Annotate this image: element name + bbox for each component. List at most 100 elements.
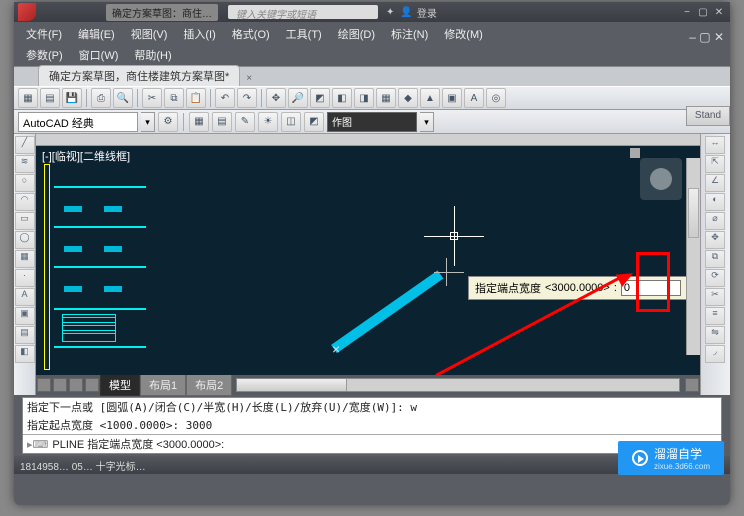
modify-move-icon[interactable]: ✥ bbox=[705, 231, 725, 249]
search-input[interactable]: 键入关键字或短语 bbox=[228, 5, 378, 19]
canvas[interactable]: [-][临视][二维线框] bbox=[36, 146, 700, 375]
sun-icon[interactable]: ☀ bbox=[258, 112, 278, 132]
scroll-right-icon[interactable] bbox=[685, 378, 699, 392]
maximize-icon[interactable]: ▢ bbox=[696, 7, 710, 18]
dim-linear-icon[interactable]: ↔ bbox=[705, 136, 725, 154]
menu-tool[interactable]: 工具(T) bbox=[280, 24, 328, 44]
tab-close-icon[interactable]: × bbox=[244, 71, 254, 86]
tool-icon[interactable]: ◆ bbox=[398, 88, 418, 108]
layer-icon[interactable]: ◫ bbox=[281, 112, 301, 132]
minimize-icon[interactable]: − bbox=[680, 7, 694, 18]
menu-dim[interactable]: 标注(N) bbox=[385, 24, 434, 44]
copy-icon[interactable]: ⧉ bbox=[164, 88, 184, 108]
print-icon[interactable]: ⎙ bbox=[91, 88, 111, 108]
menu-modify[interactable]: 修改(M) bbox=[438, 24, 489, 44]
tab-last-icon[interactable] bbox=[85, 378, 99, 392]
user-icon[interactable]: 👤 bbox=[400, 7, 412, 18]
layer-icon[interactable]: ◩ bbox=[304, 112, 324, 132]
annotation-box bbox=[636, 252, 670, 312]
modify-fillet-icon[interactable]: ◞ bbox=[705, 345, 725, 363]
pan-icon[interactable]: ✥ bbox=[266, 88, 286, 108]
watermark-text: 溜溜自学 bbox=[654, 447, 702, 461]
circle-icon[interactable]: ○ bbox=[15, 174, 35, 192]
line-icon[interactable]: ╱ bbox=[15, 136, 35, 154]
modify-copy-icon[interactable]: ⧉ bbox=[705, 250, 725, 268]
redo-icon[interactable]: ↷ bbox=[237, 88, 257, 108]
preview-icon[interactable]: 🔍 bbox=[113, 88, 133, 108]
main-toolbar: ▦ ▤ 💾 ⎙ 🔍 ✂ ⧉ 📋 ↶ ↷ ✥ 🔎 ◩ ◧ ◨ ▦ ◆ ▲ ▣ A … bbox=[14, 86, 730, 110]
layer-dropdown-icon[interactable]: ▾ bbox=[420, 112, 434, 132]
glyph-icon: ✦ bbox=[386, 7, 394, 18]
modify-mirror-icon[interactable]: ⇋ bbox=[705, 326, 725, 344]
zoom-icon[interactable]: 🔎 bbox=[288, 88, 308, 108]
login-link[interactable]: 登录 bbox=[417, 5, 437, 20]
menu-insert[interactable]: 插入(I) bbox=[177, 24, 221, 44]
menu-edit[interactable]: 编辑(E) bbox=[72, 24, 121, 44]
cut-icon[interactable]: ✂ bbox=[142, 88, 162, 108]
ws-gear-icon[interactable]: ⚙ bbox=[158, 112, 178, 132]
tool-icon[interactable]: ▦ bbox=[376, 88, 396, 108]
tab-layout2[interactable]: 布局2 bbox=[186, 374, 232, 396]
dim-radius-icon[interactable]: ◐ bbox=[705, 193, 725, 211]
point-icon[interactable]: · bbox=[15, 269, 35, 287]
undo-icon[interactable]: ↶ bbox=[215, 88, 235, 108]
block-icon[interactable]: ▣ bbox=[15, 307, 35, 325]
modify-trim-icon[interactable]: ✂ bbox=[705, 288, 725, 306]
doc-close-icon[interactable]: – ▢ ✕ bbox=[689, 30, 724, 44]
new-icon[interactable]: ▦ bbox=[18, 88, 38, 108]
tool-icon[interactable]: ◩ bbox=[310, 88, 330, 108]
dim-dia-icon[interactable]: ⌀ bbox=[705, 212, 725, 230]
hatch-icon[interactable]: ▦ bbox=[15, 250, 35, 268]
tab-prev-icon[interactable] bbox=[53, 378, 67, 392]
layer-icon[interactable]: ▤ bbox=[212, 112, 232, 132]
doc-tabs: 确定方案草图，商住楼建筑方案草图* × bbox=[14, 66, 730, 86]
workspace-dropdown-icon[interactable]: ▾ bbox=[141, 112, 155, 132]
selector-row: AutoCAD 经典 ▾ ⚙ ▦ ▤ ✎ ☀ ◫ ◩ 作图 ▾ bbox=[14, 110, 730, 134]
tool-icon[interactable]: ◎ bbox=[486, 88, 506, 108]
menu-format[interactable]: 格式(O) bbox=[226, 24, 276, 44]
text-icon[interactable]: A bbox=[15, 288, 35, 306]
layer-name-box[interactable]: 作图 bbox=[327, 112, 417, 132]
paste-icon[interactable]: 📋 bbox=[186, 88, 206, 108]
menu-draw[interactable]: 绘图(D) bbox=[332, 24, 381, 44]
tab-active[interactable]: 确定方案草图，商住楼建筑方案草图* bbox=[38, 65, 240, 86]
tab-first-icon[interactable] bbox=[37, 378, 51, 392]
cmd-input-row[interactable]: ▸⌨ PLINE 指定端点宽度 <3000.0000>: bbox=[23, 434, 721, 453]
dim-angle-icon[interactable]: ∠ bbox=[705, 174, 725, 192]
view-label: [-][临视][二维线框] bbox=[42, 148, 130, 164]
tab-layout1[interactable]: 布局1 bbox=[140, 374, 186, 396]
play-icon bbox=[632, 450, 648, 466]
tool-icon[interactable]: ◨ bbox=[354, 88, 374, 108]
workspace-select[interactable]: AutoCAD 经典 bbox=[18, 112, 138, 132]
region-icon[interactable]: ◧ bbox=[15, 345, 35, 363]
layer-icon[interactable]: ▦ bbox=[189, 112, 209, 132]
menu-window[interactable]: 窗口(W) bbox=[73, 46, 125, 64]
scrollbar-vertical[interactable] bbox=[686, 158, 700, 355]
table-icon[interactable]: ▤ bbox=[15, 326, 35, 344]
close-icon[interactable]: ✕ bbox=[712, 7, 726, 18]
arc-icon[interactable]: ◠ bbox=[15, 193, 35, 211]
layer-prop-icon[interactable]: ✎ bbox=[235, 112, 255, 132]
modify-rotate-icon[interactable]: ⟳ bbox=[705, 269, 725, 287]
app-logo-icon[interactable] bbox=[18, 3, 36, 21]
tab-model[interactable]: 模型 bbox=[100, 374, 140, 396]
menu-param[interactable]: 参数(P) bbox=[20, 46, 69, 64]
open-icon[interactable]: ▤ bbox=[40, 88, 60, 108]
menu-view[interactable]: 视图(V) bbox=[125, 24, 174, 44]
tool-icon[interactable]: ▣ bbox=[442, 88, 462, 108]
tool-icon[interactable]: ▲ bbox=[420, 88, 440, 108]
ellipse-icon[interactable]: ◯ bbox=[15, 231, 35, 249]
polyline-icon[interactable]: ≋ bbox=[15, 155, 35, 173]
dim-align-icon[interactable]: ⇱ bbox=[705, 155, 725, 173]
rect-icon[interactable]: ▭ bbox=[15, 212, 35, 230]
tool-icon[interactable]: A bbox=[464, 88, 484, 108]
tab-next-icon[interactable] bbox=[69, 378, 83, 392]
modify-offset-icon[interactable]: ≡ bbox=[705, 307, 725, 325]
menu-file[interactable]: 文件(F) bbox=[20, 24, 68, 44]
tool-icon[interactable]: ◧ bbox=[332, 88, 352, 108]
menu-help[interactable]: 帮助(H) bbox=[128, 46, 177, 64]
save-icon[interactable]: 💾 bbox=[62, 88, 82, 108]
viewcube-icon[interactable] bbox=[640, 158, 682, 200]
home-icon[interactable] bbox=[630, 148, 640, 158]
hscrollbar[interactable] bbox=[236, 378, 680, 392]
